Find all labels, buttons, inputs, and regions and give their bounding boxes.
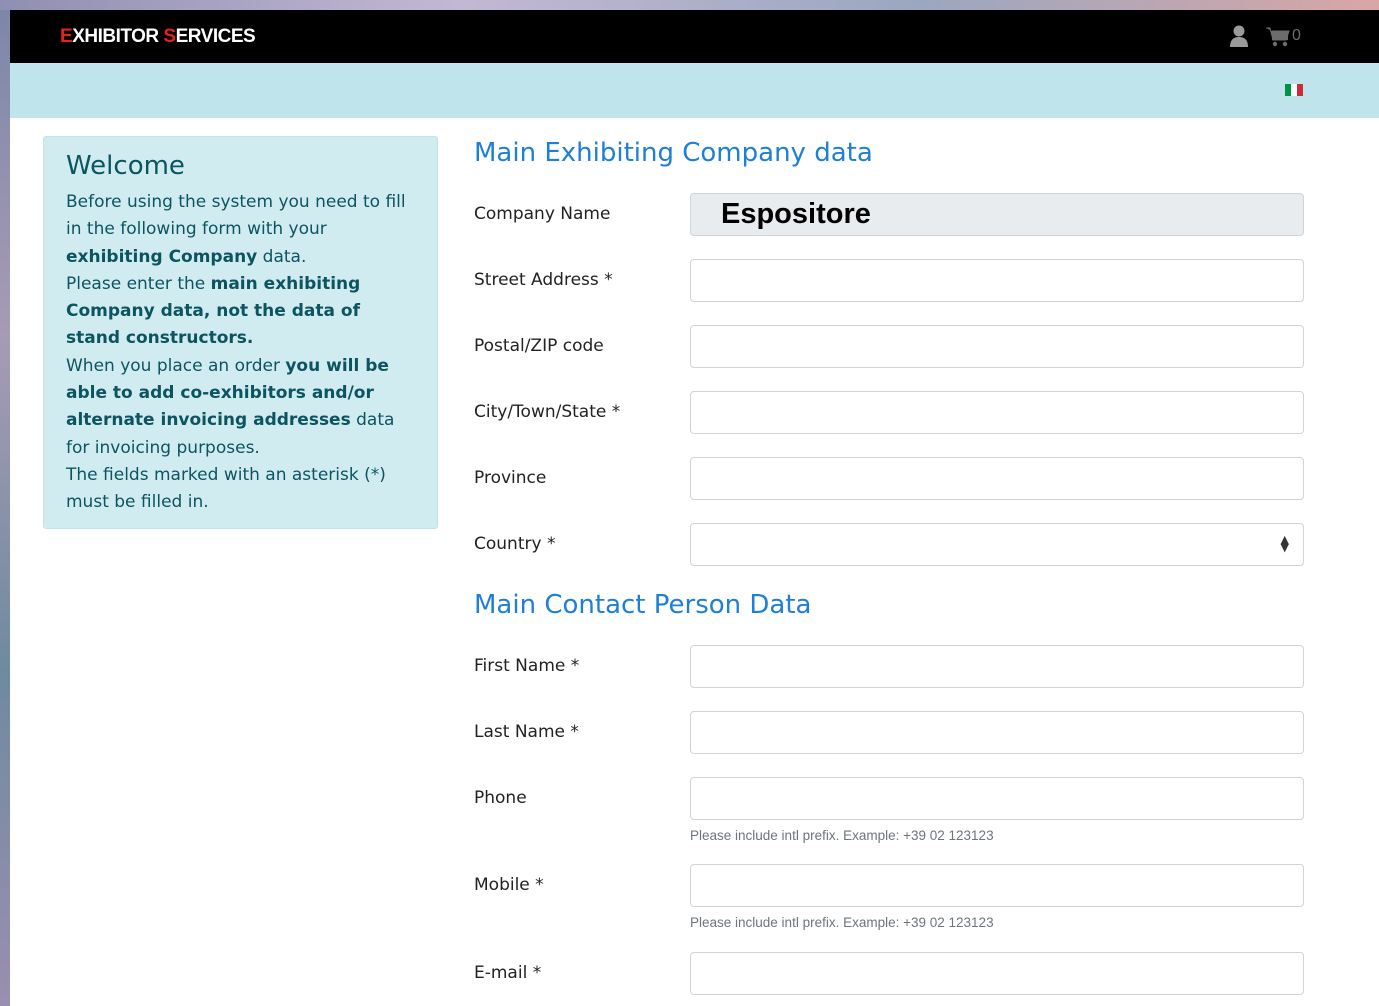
logo-letter: E xyxy=(60,26,73,47)
last-name-label: Last Name * xyxy=(474,722,579,742)
language-bar xyxy=(10,63,1379,118)
exhibitor-services-logo[interactable]: EXHIBITOR SERVICES xyxy=(60,26,256,48)
user-icon[interactable] xyxy=(1229,25,1249,47)
company-section-title: Main Exhibiting Company data xyxy=(474,138,873,168)
welcome-text-bold: exhibiting Company xyxy=(66,246,258,267)
mobile-input[interactable] xyxy=(690,864,1304,907)
welcome-text: Before using the system you need to fill… xyxy=(66,189,415,517)
street-address-input[interactable] xyxy=(690,259,1304,302)
email-input[interactable] xyxy=(690,952,1304,995)
last-name-input[interactable] xyxy=(690,711,1304,754)
welcome-panel: Welcome Before using the system you need… xyxy=(43,136,438,529)
company-name-label: Company Name xyxy=(474,204,611,224)
phone-help-text: Please include intl prefix. Example: +39… xyxy=(690,828,994,843)
province-input[interactable] xyxy=(690,457,1304,500)
mobile-help-text: Please include intl prefix. Example: +39… xyxy=(690,915,994,930)
app-window: EXHIBITOR SERVICES 0 Welcome Before usin… xyxy=(10,10,1379,1006)
first-name-input[interactable] xyxy=(690,645,1304,688)
italy-flag-icon[interactable] xyxy=(1285,84,1303,96)
country-select[interactable]: ▲ ▼ xyxy=(690,523,1304,566)
email-label: E-mail * xyxy=(474,963,542,983)
postal-code-label: Postal/ZIP code xyxy=(474,336,604,356)
logo-text: ERVICES xyxy=(175,26,256,47)
welcome-text-part: data. xyxy=(257,246,307,267)
company-name-field: Espositore xyxy=(690,193,1304,236)
logo-text: XHIBITOR xyxy=(72,26,164,47)
first-name-label: First Name * xyxy=(474,656,580,676)
background-edge-top xyxy=(0,0,1379,10)
top-navbar: EXHIBITOR SERVICES 0 xyxy=(10,10,1379,63)
province-label: Province xyxy=(474,468,547,488)
welcome-text-part: Please enter the xyxy=(66,273,211,294)
welcome-title: Welcome xyxy=(66,151,185,181)
welcome-text-part: The fields marked with an asterisk (*) m… xyxy=(66,464,386,513)
mobile-label: Mobile * xyxy=(474,875,544,895)
background-edge xyxy=(0,0,10,1006)
cart-count: 0 xyxy=(1292,27,1301,44)
street-address-label: Street Address * xyxy=(474,270,613,290)
phone-input[interactable] xyxy=(690,777,1304,820)
contact-section-title: Main Contact Person Data xyxy=(474,590,812,620)
city-input[interactable] xyxy=(690,391,1304,434)
company-name-value: Espositore xyxy=(721,198,871,230)
welcome-text-part: Before using the system you need to fill… xyxy=(66,192,406,240)
phone-label: Phone xyxy=(474,788,527,808)
postal-code-input[interactable] xyxy=(690,325,1304,368)
city-label: City/Town/State * xyxy=(474,402,621,422)
country-label: Country * xyxy=(474,534,556,554)
logo-letter: S xyxy=(163,26,176,47)
shopping-cart-icon[interactable] xyxy=(1266,27,1290,47)
select-arrows-icon: ▲ ▼ xyxy=(1280,533,1289,554)
welcome-text-part: When you place an order xyxy=(66,355,286,376)
